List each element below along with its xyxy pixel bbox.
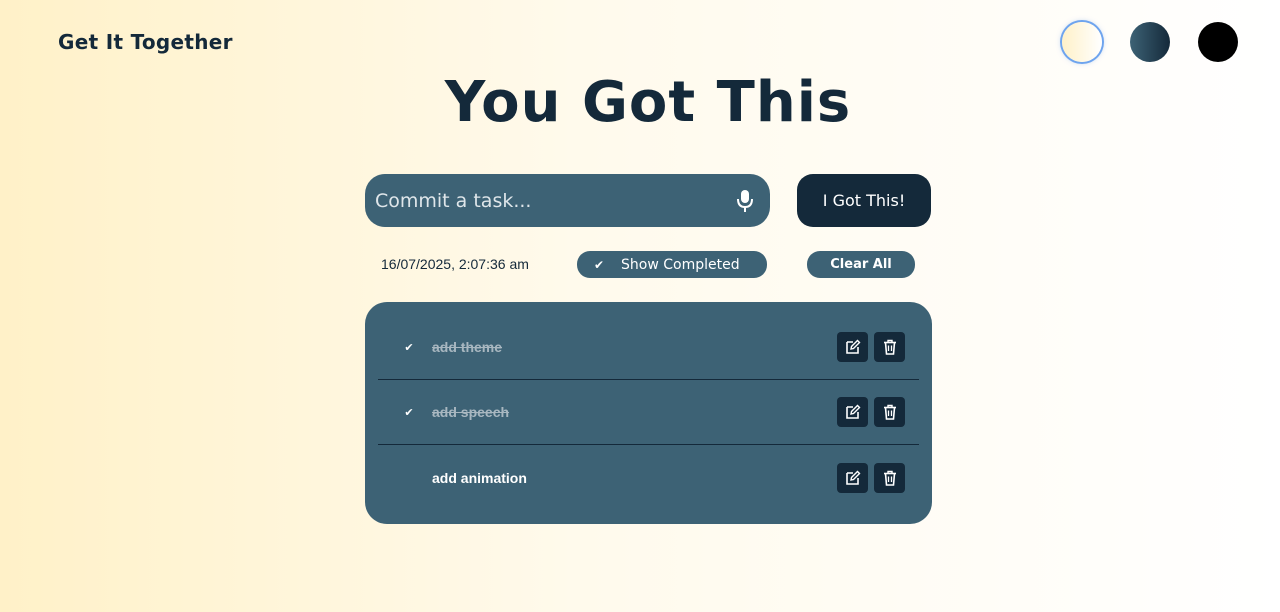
show-completed-label: Show Completed [621,256,740,273]
show-completed-toggle[interactable]: ✔ Show Completed [577,251,767,278]
task-check-toggle[interactable]: ✔ [402,406,416,419]
task-text: add speech [432,404,510,420]
theme-light-button[interactable] [1062,22,1102,62]
current-datetime: 16/07/2025, 2:07:36 am [381,256,529,272]
trash-icon[interactable] [874,397,905,427]
edit-icon[interactable] [837,332,868,362]
checkmark-icon: ✔ [593,257,605,272]
task-text: add theme [432,339,503,355]
app-title: Get It Together [58,30,233,54]
task-check-toggle[interactable]: ✔ [402,341,416,354]
task-list: ✔ add theme ✔ add speech add animation [365,302,932,524]
microphone-icon[interactable] [734,188,756,214]
edit-icon[interactable] [837,397,868,427]
theme-black-button[interactable] [1198,22,1238,62]
task-row: ✔ add theme [378,315,919,380]
task-text: add animation [432,469,527,486]
edit-icon[interactable] [837,462,868,493]
trash-icon[interactable] [874,332,905,362]
task-input[interactable] [375,189,734,212]
task-row: add animation [378,445,919,510]
task-row: ✔ add speech [378,380,919,445]
theme-switcher [1062,22,1238,62]
clear-all-button[interactable]: Clear All [807,251,915,278]
task-input-container [365,174,770,227]
page-title: You Got This [444,70,852,135]
theme-dark-button[interactable] [1130,22,1170,62]
trash-icon[interactable] [874,462,905,493]
add-task-button[interactable]: I Got This! [797,174,931,227]
